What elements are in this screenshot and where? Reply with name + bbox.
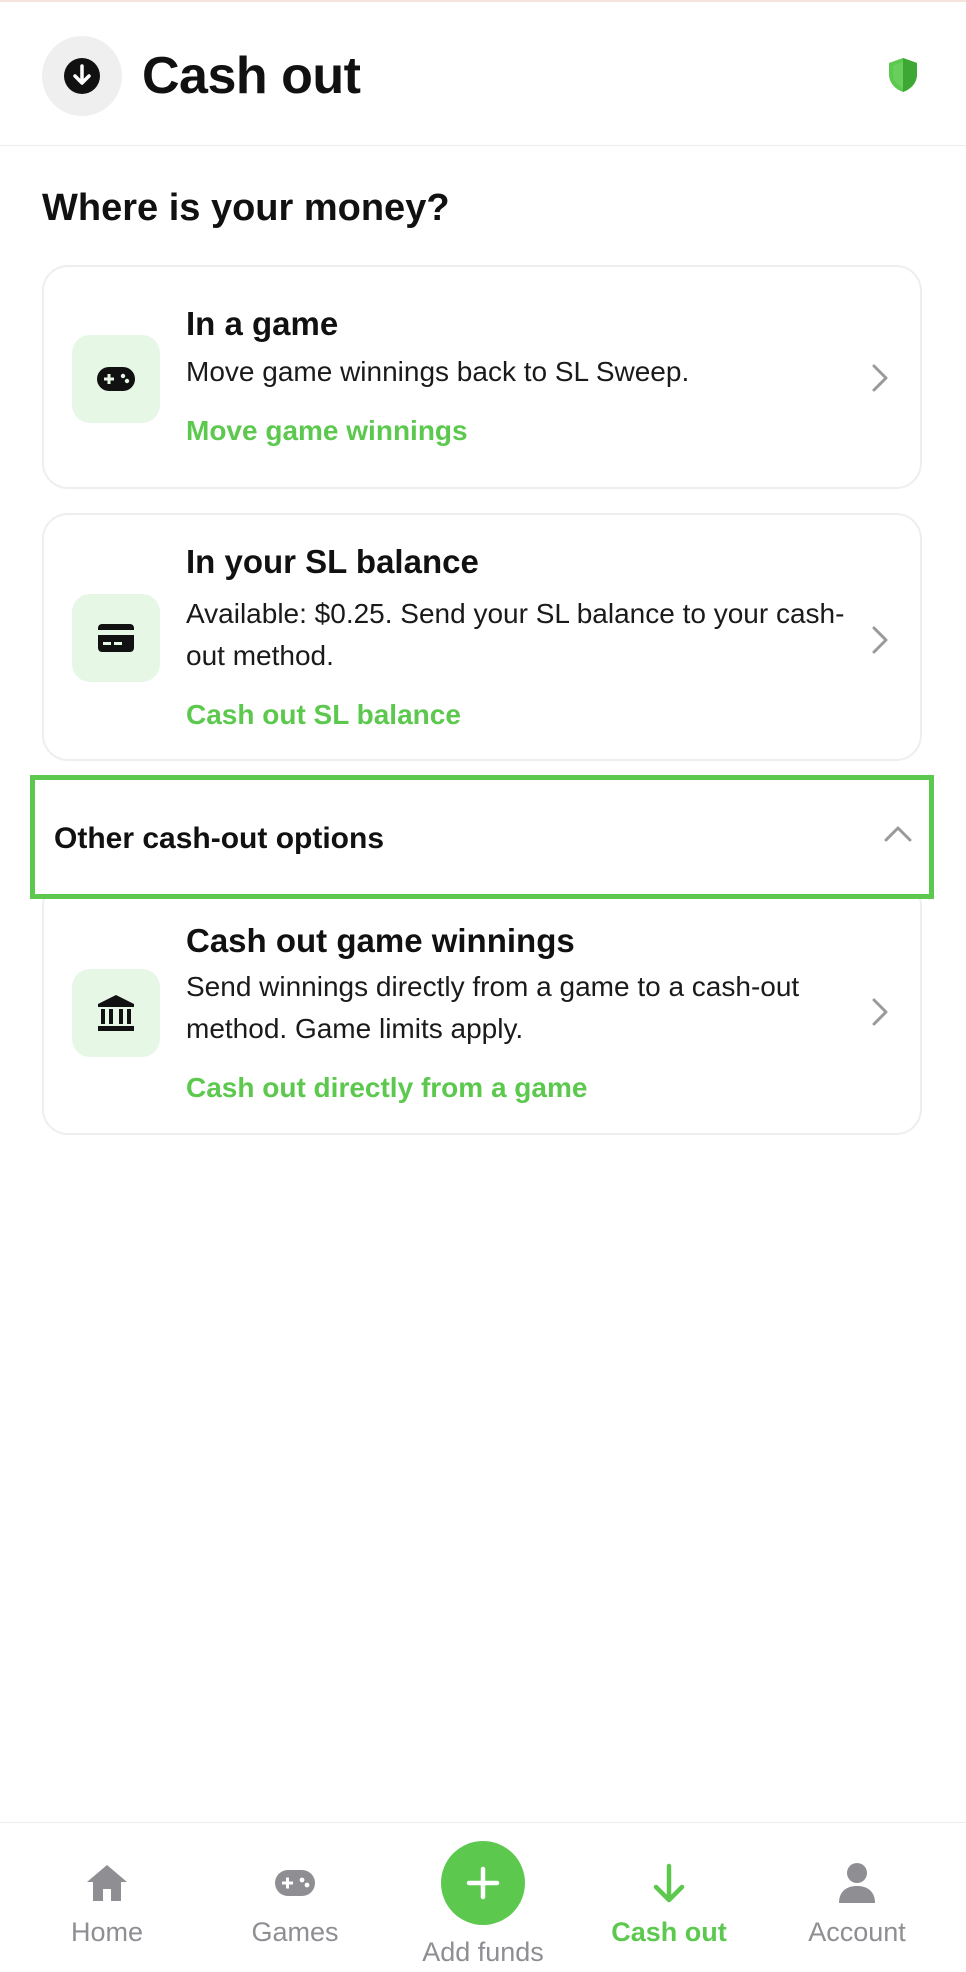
card-description: Send winnings directly from a game to a …: [186, 971, 800, 1044]
nav-item-games[interactable]: Games: [202, 1823, 388, 1972]
nav-item-home[interactable]: Home: [14, 1823, 200, 1972]
chevron-right-icon: [872, 364, 888, 392]
card-description: Available: $0.25. Send your SL balance t…: [186, 598, 845, 671]
home-icon: [83, 1859, 131, 1907]
page-title: Cash out: [142, 47, 361, 105]
move-game-winnings-link[interactable]: Move game winnings: [186, 411, 468, 451]
bank-icon: [72, 969, 160, 1057]
credit-card-icon: [72, 594, 160, 682]
nav-label: Cash out: [611, 1917, 727, 1947]
person-icon: [833, 1859, 881, 1907]
card-title: In a game: [186, 305, 339, 342]
nav-label: Games: [251, 1917, 339, 1947]
nav-item-add-funds[interactable]: Add funds: [390, 1823, 576, 1972]
cash-out-screen: Cash out Where is your money? In a game …: [0, 0, 966, 1972]
nav-item-cash-out[interactable]: Cash out: [576, 1823, 762, 1972]
cash-out-directly-link[interactable]: Cash out directly from a game: [186, 1068, 587, 1108]
sl-balance-card[interactable]: In your SL balance Available: $0.25. Sen…: [42, 513, 922, 761]
nav-label: Add funds: [422, 1937, 544, 1967]
header: Cash out: [0, 0, 966, 146]
other-options-label: Other cash-out options: [54, 822, 384, 855]
plus-icon[interactable]: [441, 1841, 525, 1925]
nav-item-account[interactable]: Account: [764, 1823, 950, 1972]
chevron-right-icon: [872, 998, 888, 1026]
shield-icon[interactable]: [886, 56, 920, 94]
cash-out-game-winnings-card[interactable]: Cash out game winnings Send winnings dir…: [42, 880, 922, 1135]
arrow-down-icon: [645, 1859, 693, 1907]
bottom-nav: Home Games Add funds Cash out Account: [0, 1822, 966, 1972]
gamepad-icon: [72, 335, 160, 423]
nav-label: Home: [70, 1917, 144, 1947]
in-a-game-card[interactable]: In a game Move game winnings back to SL …: [42, 265, 922, 489]
card-title: Cash out game winnings: [186, 922, 575, 959]
download-circle-icon[interactable]: [42, 36, 122, 116]
nav-label: Account: [808, 1917, 906, 1947]
other-cash-out-options-toggle[interactable]: Other cash-out options: [30, 775, 934, 899]
chevron-right-icon: [872, 626, 888, 654]
gamepad-icon: [271, 1859, 319, 1907]
chevron-up-icon: [884, 826, 912, 842]
cash-out-sl-balance-link[interactable]: Cash out SL balance: [186, 695, 461, 735]
card-title: In your SL balance: [186, 543, 479, 580]
card-description: Move game winnings back to SL Sweep.: [186, 356, 690, 387]
section-heading: Where is your money?: [42, 187, 450, 229]
